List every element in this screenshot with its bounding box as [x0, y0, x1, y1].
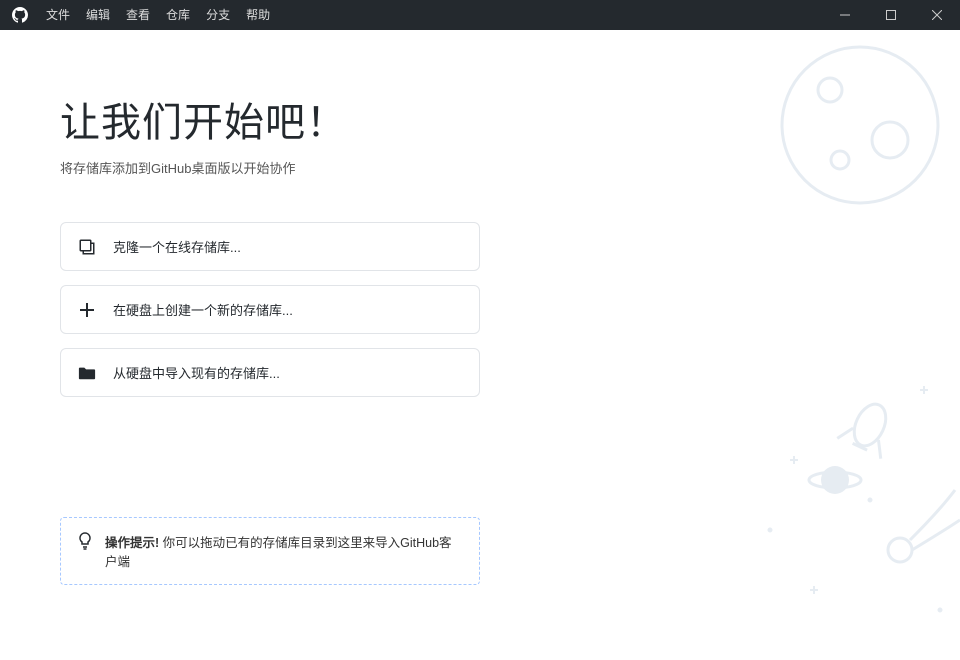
protip-prefix: 操作提示!: [105, 536, 159, 550]
menu-view[interactable]: 查看: [118, 0, 158, 30]
create-repo-button[interactable]: 在硬盘上创建一个新的存储库...: [60, 285, 480, 334]
plus-icon: [77, 302, 97, 318]
menu-bar: 文件 编辑 查看 仓库 分支 帮助: [38, 0, 278, 30]
menu-branch[interactable]: 分支: [198, 0, 238, 30]
content-area: 让我们开始吧！ 将存储库添加到GitHub桌面版以开始协作 克隆一个在线存储库.…: [0, 30, 960, 660]
page-title: 让我们开始吧！: [60, 90, 540, 148]
clone-repo-button[interactable]: 克隆一个在线存储库...: [60, 222, 480, 271]
lightbulb-icon: [77, 532, 93, 555]
minimize-button[interactable]: [822, 0, 868, 30]
decorative-illustration: [560, 30, 960, 660]
window-controls: [822, 0, 960, 30]
menu-repository[interactable]: 仓库: [158, 0, 198, 30]
protip-text: 操作提示! 你可以拖动已有的存储库目录到这里来导入GitHub客户端: [105, 532, 463, 570]
page-subtitle: 将存储库添加到GitHub桌面版以开始协作: [60, 158, 540, 177]
folder-icon: [77, 365, 97, 381]
hero: 让我们开始吧！ 将存储库添加到GitHub桌面版以开始协作: [0, 30, 540, 177]
clone-repo-label: 克隆一个在线存储库...: [113, 237, 241, 256]
create-repo-label: 在硬盘上创建一个新的存储库...: [113, 300, 293, 319]
options-list: 克隆一个在线存储库... 在硬盘上创建一个新的存储库... 从硬盘中导入现有的存…: [0, 222, 480, 397]
menu-file[interactable]: 文件: [38, 0, 78, 30]
maximize-button[interactable]: [868, 0, 914, 30]
menu-edit[interactable]: 编辑: [78, 0, 118, 30]
menu-help[interactable]: 帮助: [238, 0, 278, 30]
title-bar: 文件 编辑 查看 仓库 分支 帮助: [0, 0, 960, 30]
close-button[interactable]: [914, 0, 960, 30]
clone-icon: [77, 238, 97, 256]
github-logo-icon: [0, 7, 38, 23]
add-repo-label: 从硬盘中导入现有的存储库...: [113, 363, 280, 382]
add-repo-button[interactable]: 从硬盘中导入现有的存储库...: [60, 348, 480, 397]
protip-box: 操作提示! 你可以拖动已有的存储库目录到这里来导入GitHub客户端: [60, 517, 480, 585]
